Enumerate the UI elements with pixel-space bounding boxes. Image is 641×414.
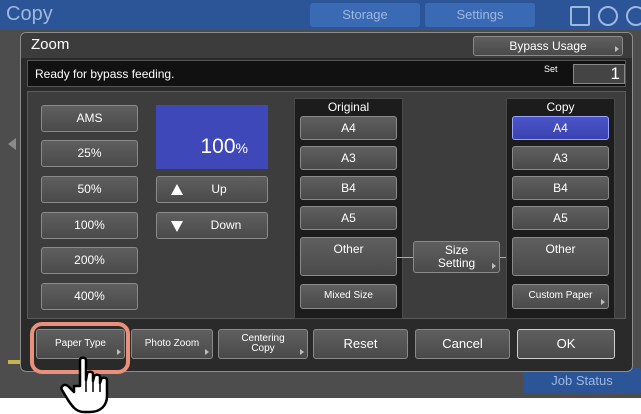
background-indicator [8,360,20,364]
preset-400-button[interactable]: 400% [41,283,138,310]
zoom-panel: AMS 25% 50% 100% 200% 400% 100% Up Down … [27,91,626,319]
status-message: Ready for bypass feeding. [35,67,175,81]
mixed-size-button[interactable]: Mixed Size [300,284,397,309]
original-a4-button[interactable]: A4 [300,116,397,140]
copy-count-field[interactable]: 1 [573,64,625,84]
preset-200-button[interactable]: 200% [41,247,138,274]
zoom-value-wrap: 100% [201,135,249,159]
background-tab-storage: Storage [310,3,420,27]
custom-paper-button[interactable]: Custom Paper [512,284,609,309]
zoom-dialog: Zoom Bypass Usage Ready for bypass feedi… [20,32,633,372]
zoom-ratio-display: 100% [156,105,268,169]
original-b4-button[interactable]: B4 [300,176,397,200]
status-bar: Ready for bypass feeding. Set 1 [27,60,626,87]
preset-25-button[interactable]: 25% [41,140,138,167]
cancel-button[interactable]: Cancel [415,329,510,359]
up-arrow-icon [171,184,183,195]
bypass-usage-button[interactable]: Bypass Usage [473,36,623,56]
size-setting-button[interactable]: Size Setting [413,241,500,273]
centering-copy-button[interactable]: Centering Copy [218,329,308,359]
background-arrow-icon [8,138,16,150]
zoom-down-button[interactable]: Down [156,212,268,239]
preset-100-button[interactable]: 100% [41,212,138,239]
original-a5-button[interactable]: A5 [300,206,397,230]
dialog-title: Zoom [31,36,70,53]
zoom-value: 100 [200,135,236,158]
copy-b4-button[interactable]: B4 [512,176,609,200]
zoom-up-button[interactable]: Up [156,176,268,203]
background-app-title: Copy [6,3,53,25]
globe-icon [598,6,618,26]
size-setting-line2: Setting [437,256,476,270]
help-icon [626,6,641,26]
preset-50-button[interactable]: 50% [41,176,138,203]
background-header: Copy Storage Settings [0,0,641,30]
copy-other-button[interactable]: Other [512,237,609,276]
copy-a3-button[interactable]: A3 [512,146,609,170]
copy-a4-button[interactable]: A4 [512,116,609,140]
centering-line2: Copy [251,343,275,354]
original-header: Original [327,100,370,114]
zoom-up-label: Up [211,182,227,197]
dialog-title-bar: Zoom Bypass Usage [21,33,632,58]
photo-zoom-label: Photo Zoom [144,337,200,349]
ok-button[interactable]: OK [517,329,615,359]
bypass-usage-label: Bypass Usage [509,38,587,53]
set-label: Set [544,64,558,74]
pointing-hand-icon [60,356,109,414]
zoom-down-label: Down [210,218,242,233]
down-arrow-icon [171,221,183,232]
copy-header: Copy [546,100,575,114]
home-icon [570,6,590,26]
custom-paper-label: Custom Paper [528,290,593,302]
background-tab-settings: Settings [425,3,535,27]
original-other-button[interactable]: Other [300,237,397,276]
connector-left [397,257,413,258]
copy-a5-button[interactable]: A5 [512,206,609,230]
zoom-unit: % [235,140,248,156]
photo-zoom-button[interactable]: Photo Zoom [131,329,213,359]
reset-button[interactable]: Reset [313,329,408,359]
preset-ams-button[interactable]: AMS [41,105,138,132]
original-a3-button[interactable]: A3 [300,146,397,170]
